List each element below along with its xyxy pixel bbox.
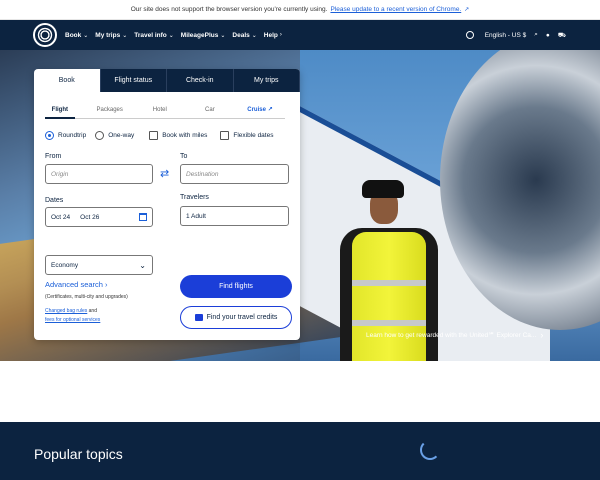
advanced-search-subtext: (Certificates, multi-city and upgrades) <box>45 294 128 300</box>
arrow-right-icon: › <box>540 330 544 340</box>
roundtrip-radio[interactable]: Roundtrip <box>45 131 86 140</box>
find-travel-credits-button[interactable]: Find your travel credits <box>180 306 292 329</box>
find-flights-button[interactable]: Find flights <box>180 275 292 298</box>
cart-icon[interactable]: ⛟ <box>558 31 566 40</box>
bag-fees-links: Changed bag rules and fees for optional … <box>45 308 101 323</box>
subtab-car[interactable]: Car <box>185 107 235 113</box>
travelers-label: Travelers <box>180 194 209 201</box>
nav-book[interactable]: Book ⌄ <box>65 32 88 39</box>
dates-label: Dates <box>45 197 64 204</box>
flexible-dates-checkbox[interactable]: Flexible dates <box>220 131 273 140</box>
account-icon[interactable]: ● <box>546 32 550 39</box>
chevron-down-icon: ⌄ <box>251 32 257 39</box>
external-link-icon: ↗ <box>267 107 273 113</box>
banner-text: Our site does not support the browser ve… <box>130 6 328 13</box>
destination-input[interactable]: Destination <box>180 164 289 184</box>
main-navigation: Book ⌄ My trips ⌄ Travel info ⌄ MileagePlus… <box>0 20 600 50</box>
chevron-right-icon: › <box>105 280 108 289</box>
nav-help[interactable]: Help › <box>264 32 282 39</box>
cabin-select[interactable]: Economy ⌄ <box>45 255 153 275</box>
calendar-icon <box>139 213 147 221</box>
nav-my-trips[interactable]: My trips ⌄ <box>95 32 127 39</box>
united-logo-icon[interactable] <box>33 23 57 47</box>
booking-widget: Book Flight status Check-in My trips Fli… <box>34 69 300 340</box>
tab-book[interactable]: Book <box>34 69 101 92</box>
swap-icon[interactable]: ⇄ <box>160 167 169 180</box>
oneway-radio[interactable]: One-way <box>95 131 134 140</box>
chevron-down-icon: ⌄ <box>122 32 128 39</box>
globe-icon <box>465 31 474 39</box>
chevron-down-icon: ⌄ <box>139 260 146 270</box>
tab-flight-status[interactable]: Flight status <box>101 69 167 92</box>
loading-spinner-icon <box>420 440 440 460</box>
subtab-hotel[interactable]: Hotel <box>135 107 185 113</box>
external-link-icon: ↗ <box>464 7 470 13</box>
return-date: Oct 26 <box>80 213 100 221</box>
credit-icon <box>194 314 203 321</box>
chevron-right-icon: › <box>279 32 282 38</box>
origin-input[interactable]: Origin <box>45 164 153 184</box>
tab-check-in[interactable]: Check-in <box>167 69 234 92</box>
chevron-down-icon: ⌄ <box>220 32 226 39</box>
optional-fees-link[interactable]: fees for optional services <box>45 317 100 323</box>
to-label: To <box>180 153 188 160</box>
nav-mileageplus[interactable]: MileagePlus ⌄ <box>181 32 226 39</box>
popular-topics-section: Popular topics <box>0 422 600 480</box>
subtab-flight[interactable]: Flight <box>45 101 75 119</box>
subtab-cruise[interactable]: Cruise ↗ <box>235 106 285 113</box>
from-label: From <box>45 153 62 160</box>
update-browser-link[interactable]: Please update to a recent version of Chr… <box>330 6 461 13</box>
nav-travel-info[interactable]: Travel info ⌄ <box>134 32 174 39</box>
subtab-packages[interactable]: Packages <box>85 107 135 113</box>
travelers-input[interactable]: 1 Adult <box>180 206 289 226</box>
advanced-search-link[interactable]: Advanced search › <box>45 280 108 289</box>
dates-input[interactable]: Oct 24 Oct 26 <box>45 207 153 227</box>
tab-my-trips[interactable]: My trips <box>234 69 300 92</box>
changed-bag-rules-link[interactable]: Changed bag rules <box>45 308 87 314</box>
nav-deals[interactable]: Deals ⌄ <box>232 32 256 39</box>
chevron-down-icon: ⌄ <box>83 32 89 39</box>
search-icon[interactable]: ⌕ <box>534 31 538 39</box>
book-with-miles-checkbox[interactable]: Book with miles <box>149 131 207 140</box>
browser-warning-banner: Our site does not support the browser ve… <box>0 0 600 20</box>
popular-topics-title: Popular topics <box>34 446 123 462</box>
chevron-down-icon: ⌄ <box>168 32 174 39</box>
language-selector[interactable]: English - US $ <box>458 31 526 39</box>
explorer-card-promo-link[interactable]: Learn how to get rewarded with the Unite… <box>366 330 543 340</box>
depart-date: Oct 24 <box>51 213 71 221</box>
